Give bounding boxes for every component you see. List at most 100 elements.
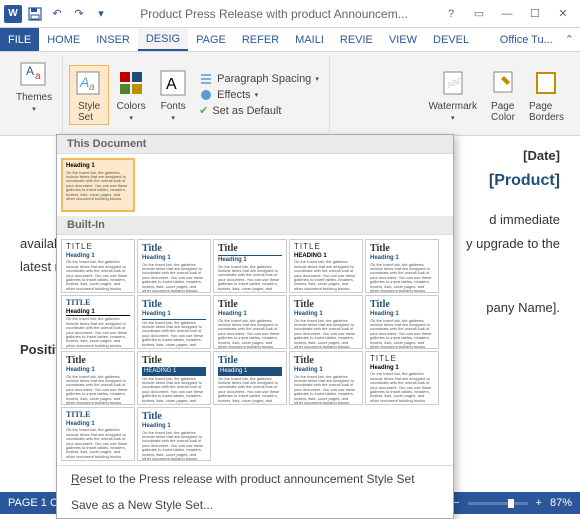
style-thumb[interactable]: TitleHeading 1On the Insert tab, the gal… — [213, 295, 287, 349]
style-thumb[interactable]: TITLEHeading 1On the Insert tab, the gal… — [61, 407, 135, 461]
tab-mailings[interactable]: MAILI — [287, 28, 332, 51]
reset-style-set[interactable]: Reset to the Press release with product … — [57, 466, 453, 492]
svg-text:A: A — [26, 64, 34, 78]
built-in-grid: TITLEHeading 1On the Insert tab, the gal… — [57, 235, 453, 465]
close-icon[interactable]: ✕ — [550, 4, 576, 24]
chevron-down-icon: ▾ — [129, 114, 133, 122]
style-thumb[interactable]: TitleHeading 1On the Insert tab, the gal… — [365, 295, 439, 349]
page-color-button[interactable]: Page Color — [483, 65, 523, 125]
tab-insert[interactable]: INSER — [88, 28, 138, 51]
fonts-icon: A — [157, 67, 189, 99]
minimize-icon[interactable]: — — [494, 4, 520, 24]
style-set-button[interactable]: Aa Style Set — [69, 65, 109, 125]
check-icon: ✔ — [199, 104, 208, 117]
save-icon[interactable] — [26, 5, 44, 23]
undo-icon[interactable]: ↶ — [48, 5, 66, 23]
svg-text:A: A — [79, 74, 89, 90]
style-thumb[interactable]: TITLEHEADING 1On the Insert tab, the gal… — [289, 239, 363, 293]
tab-developer[interactable]: DEVEL — [425, 28, 477, 51]
redo-icon[interactable]: ↷ — [70, 5, 88, 23]
watermark-button[interactable]: ABC Watermark ▾ — [424, 65, 481, 124]
set-default-label: Set as Default — [212, 105, 281, 117]
style-thumb[interactable]: TitleHeading 1On the Insert tab, the gal… — [289, 295, 363, 349]
watermark-icon: ABC — [437, 67, 469, 99]
window-title: Product Press Release with product Annou… — [110, 7, 438, 21]
group-formatting-options: Paragraph Spacing ▾ Effects ▾ ✔ Set as D… — [195, 70, 323, 119]
style-thumb[interactable]: TitleHeading 1On the Insert tab, the gal… — [213, 239, 287, 293]
style-thumb[interactable]: TitleHeading 1On the Insert tab, the gal… — [289, 351, 363, 405]
svg-text:a: a — [89, 82, 95, 93]
style-thumb[interactable]: TitleHeading 1On the Insert tab, the gal… — [365, 239, 439, 293]
page-borders-button[interactable]: Page Borders — [525, 65, 568, 125]
effects-icon — [199, 88, 213, 102]
themes-button[interactable]: Aa Themes ▾ — [12, 56, 56, 115]
page-color-label: Page Color — [491, 101, 515, 123]
paragraph-spacing-button[interactable]: Paragraph Spacing ▾ — [199, 72, 319, 86]
fonts-button[interactable]: A Fonts ▾ — [153, 65, 193, 124]
tab-design[interactable]: DESIG — [138, 28, 188, 51]
office-addin-label[interactable]: Office Tu... — [492, 34, 561, 46]
chevron-down-icon: ▾ — [171, 114, 175, 122]
help-icon[interactable]: ? — [438, 4, 464, 24]
set-as-default-button[interactable]: ✔ Set as Default — [199, 104, 319, 117]
themes-label: Themes — [16, 92, 52, 103]
style-thumb[interactable]: TitleHeading 1On the Insert tab, the gal… — [137, 239, 211, 293]
effects-button[interactable]: Effects ▾ — [199, 88, 319, 102]
ribbon-tabs: FILE HOME INSER DESIG PAGE REFER MAILI R… — [0, 28, 580, 52]
page-borders-label: Page Borders — [529, 101, 564, 123]
word-icon: W — [4, 5, 22, 23]
style-thumb[interactable]: TitleHeading 1On the Insert tab, the gal… — [61, 351, 135, 405]
zoom-level[interactable]: 87% — [550, 497, 572, 509]
style-thumb[interactable]: TitleHeading 1On the Insert tab, the gal… — [137, 295, 211, 349]
page-indicator[interactable]: PAGE 1 O — [8, 497, 59, 509]
style-thumb[interactable]: TITLEHeading 1On the Insert tab, the gal… — [61, 239, 135, 293]
style-thumb-current[interactable]: Heading 1 On the Insert tab, the galleri… — [61, 158, 135, 212]
group-page-background: ABC Watermark ▾ Page Color Page Borders — [418, 56, 574, 133]
chevron-down-icon: ▾ — [255, 91, 259, 99]
qat-dropdown-icon[interactable]: ▾ — [92, 5, 110, 23]
style-thumb[interactable]: TitleHeading 1On the Insert tab, the gal… — [137, 407, 211, 461]
chevron-down-icon: ▾ — [315, 75, 319, 83]
dropdown-footer: Reset to the Press release with product … — [57, 465, 453, 518]
svg-text:a: a — [35, 71, 41, 82]
fonts-label: Fonts — [161, 101, 186, 112]
zoom-slider[interactable] — [468, 502, 528, 505]
tab-home[interactable]: HOME — [39, 28, 88, 51]
paragraph-spacing-label: Paragraph Spacing — [217, 73, 311, 85]
save-as-new-style-set[interactable]: Save as a New Style Set... — [57, 492, 453, 518]
style-thumb[interactable]: TITLEHeading 1On the Insert tab, the gal… — [365, 351, 439, 405]
section-built-in: Built-In — [57, 216, 453, 235]
style-set-icon: Aa — [73, 67, 105, 99]
zoom-in-icon[interactable]: + — [536, 497, 542, 509]
colors-button[interactable]: Colors ▾ — [111, 65, 151, 124]
maximize-icon[interactable]: ☐ — [522, 4, 548, 24]
themes-icon: Aa — [18, 58, 50, 90]
tab-file[interactable]: FILE — [0, 28, 39, 51]
ribbon: Aa Themes ▾ Aa Style Set Colors ▾ A Font… — [0, 52, 580, 136]
style-set-label: Style Set — [78, 101, 100, 123]
colors-icon — [115, 67, 147, 99]
page-borders-icon — [530, 67, 562, 99]
window-controls: ? ▭ — ☐ ✕ — [438, 4, 576, 24]
this-document-grid: Heading 1 On the Insert tab, the galleri… — [57, 154, 453, 216]
colors-label: Colors — [117, 101, 146, 112]
tab-review[interactable]: REVIE — [332, 28, 381, 51]
style-thumb[interactable]: TitleHEADING 1On the Insert tab, the gal… — [137, 351, 211, 405]
title-bar: W ↶ ↷ ▾ Product Press Release with produ… — [0, 0, 580, 28]
quick-access-toolbar: W ↶ ↷ ▾ — [4, 5, 110, 23]
page-color-icon — [487, 67, 519, 99]
tab-view[interactable]: VIEW — [381, 28, 425, 51]
style-thumb[interactable]: TitleHeading 1On the Insert tab, the gal… — [213, 351, 287, 405]
group-document-formatting: Aa Style Set Colors ▾ A Fonts ▾ Paragrap… — [63, 56, 330, 133]
section-this-document: This Document — [57, 135, 453, 154]
collapse-ribbon-icon[interactable]: ⌃ — [565, 33, 574, 46]
chevron-down-icon: ▾ — [32, 105, 36, 113]
style-thumb[interactable]: TITLEHeading 1On the Insert tab, the gal… — [61, 295, 135, 349]
chevron-down-icon: ▾ — [451, 114, 455, 122]
tab-page[interactable]: PAGE — [188, 28, 234, 51]
paragraph-spacing-icon — [199, 72, 213, 86]
tab-references[interactable]: REFER — [234, 28, 287, 51]
zoom-out-icon[interactable]: − — [453, 497, 459, 509]
ribbon-options-icon[interactable]: ▭ — [466, 4, 492, 24]
watermark-label: Watermark — [428, 101, 477, 112]
